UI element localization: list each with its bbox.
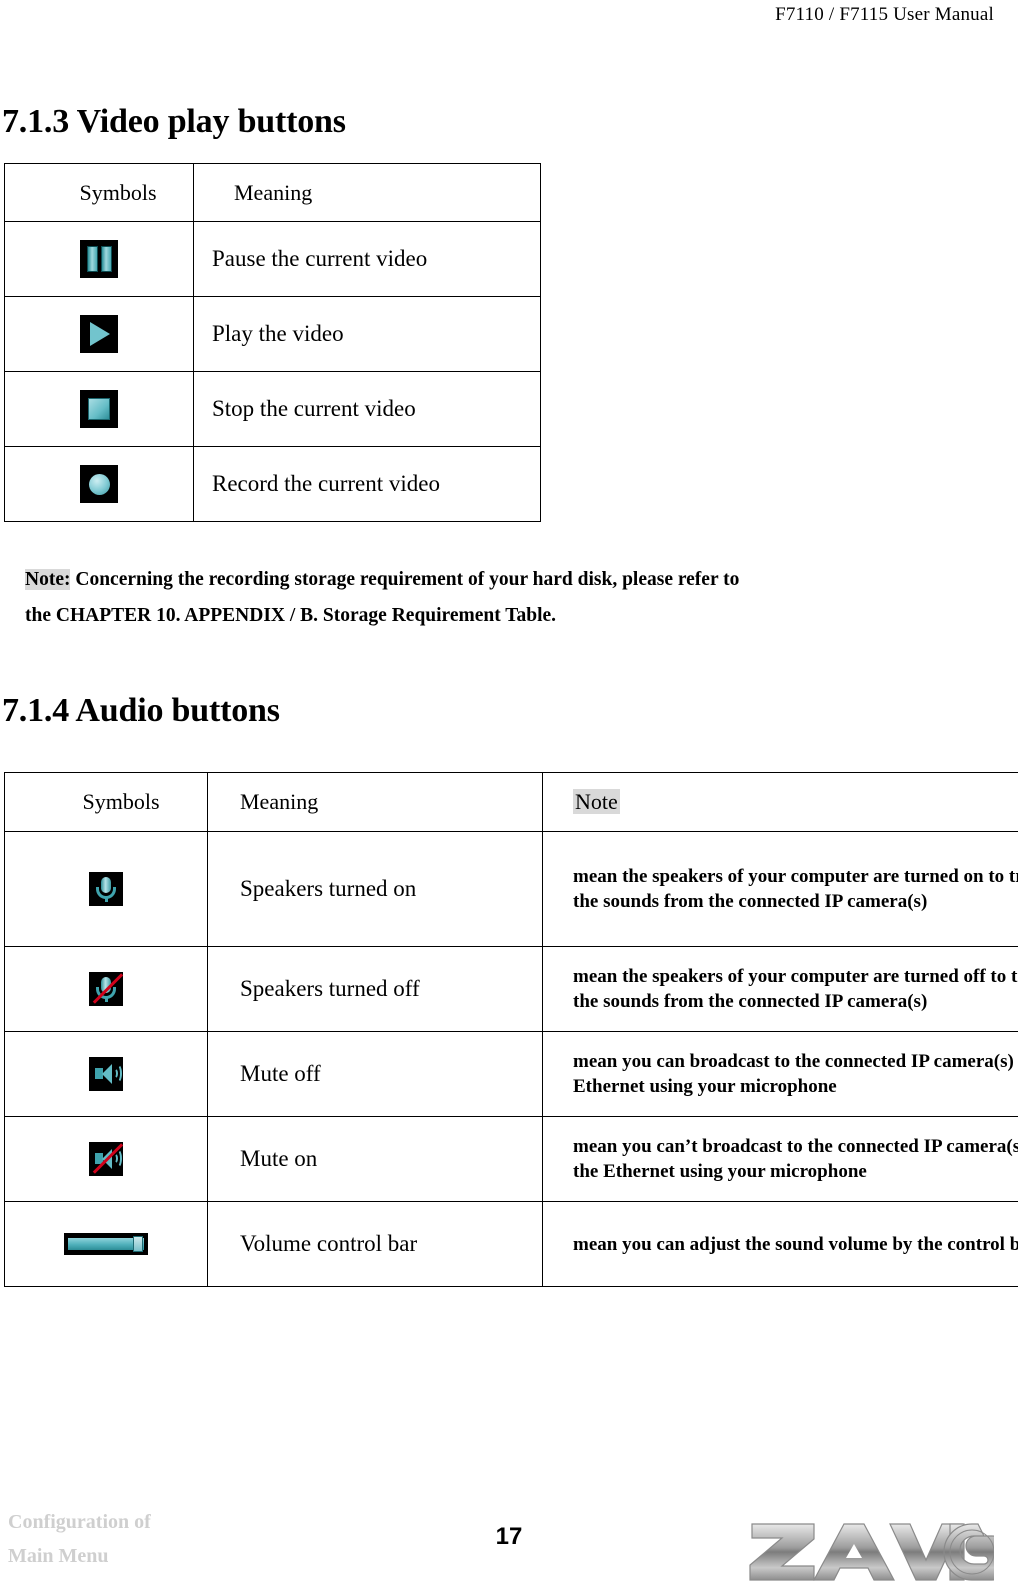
microphone-on-icon bbox=[89, 872, 123, 906]
meaning-cell: Stop the current video bbox=[193, 371, 541, 447]
symbol-cell bbox=[4, 296, 194, 372]
column-header-meaning: Meaning bbox=[193, 163, 541, 222]
symbol-cell bbox=[4, 831, 208, 947]
symbol-cell bbox=[4, 1201, 208, 1287]
microphone-off-icon bbox=[89, 972, 124, 1006]
stop-icon bbox=[80, 390, 118, 428]
speaker-muted-icon bbox=[89, 1142, 124, 1176]
meaning-cell: Record the current video bbox=[193, 446, 541, 522]
table-row: Pause the current video bbox=[4, 221, 541, 297]
video-play-buttons-table: Symbols Meaning Pause the current video … bbox=[4, 163, 541, 522]
column-header-note-label: Note bbox=[573, 789, 620, 814]
running-header-title: F7110 / F7115 User Manual bbox=[775, 4, 994, 25]
meaning-cell: Pause the current video bbox=[193, 221, 541, 297]
column-header-note: Note bbox=[542, 772, 1018, 832]
meaning-cell: Speakers turned on bbox=[207, 831, 543, 947]
table-row: Volume control bar mean you can adjust t… bbox=[4, 1201, 1018, 1287]
table-header-row: Symbols Meaning Note bbox=[4, 772, 1018, 832]
table-row: Play the video bbox=[4, 296, 541, 372]
audio-buttons-table: Symbols Meaning Note Speakers turned on … bbox=[4, 772, 1018, 1287]
symbol-cell bbox=[4, 371, 194, 447]
table-row: Speakers turned off mean the speakers of… bbox=[4, 946, 1018, 1032]
column-header-symbols: Symbols bbox=[4, 772, 208, 832]
meaning-cell: Speakers turned off bbox=[207, 946, 543, 1032]
table-row: Mute on mean you can’t broadcast to the … bbox=[4, 1116, 1018, 1202]
storage-note-block: Note: Concerning the recording storage r… bbox=[25, 562, 925, 634]
meaning-cell: Volume control bar bbox=[207, 1201, 543, 1287]
table-row: Mute off mean you can broadcast to the c… bbox=[4, 1031, 1018, 1117]
note-text-line-1: Concerning the recording storage require… bbox=[75, 569, 740, 590]
table-row: Stop the current video bbox=[4, 371, 541, 447]
symbol-cell bbox=[4, 221, 194, 297]
note-cell: mean the speakers of your computer are t… bbox=[542, 831, 1018, 947]
note-cell: mean you can adjust the sound volume by … bbox=[542, 1201, 1018, 1287]
note-cell: mean the speakers of your computer are t… bbox=[542, 946, 1018, 1032]
note-line-1: Note: Concerning the recording storage r… bbox=[25, 562, 925, 598]
symbol-cell bbox=[4, 446, 194, 522]
note-label: Note: bbox=[25, 569, 71, 590]
play-icon bbox=[80, 315, 118, 353]
symbol-cell bbox=[4, 1116, 208, 1202]
table-row: Speakers turned on mean the speakers of … bbox=[4, 831, 1018, 947]
section-heading-video-play-buttons: 7.1.3 Video play buttons bbox=[2, 103, 346, 140]
symbol-cell bbox=[4, 946, 208, 1032]
table-row: Record the current video bbox=[4, 446, 541, 522]
speaker-on-icon bbox=[89, 1057, 123, 1091]
symbol-cell bbox=[4, 1031, 208, 1117]
meaning-cell: Play the video bbox=[193, 296, 541, 372]
note-cell: mean you can broadcast to the connected … bbox=[542, 1031, 1018, 1117]
section-heading-audio-buttons: 7.1.4 Audio buttons bbox=[2, 692, 280, 729]
meaning-cell: Mute off bbox=[207, 1031, 543, 1117]
column-header-meaning: Meaning bbox=[207, 772, 543, 832]
pause-icon bbox=[80, 240, 118, 278]
zavio-logo bbox=[744, 1512, 994, 1584]
volume-control-bar-icon bbox=[64, 1233, 148, 1255]
record-icon bbox=[80, 465, 118, 503]
table-header-row: Symbols Meaning bbox=[4, 163, 541, 222]
meaning-cell: Mute on bbox=[207, 1116, 543, 1202]
note-text-line-2: the CHAPTER 10. APPENDIX / B. Storage Re… bbox=[25, 605, 557, 626]
note-cell: mean you can’t broadcast to the connecte… bbox=[542, 1116, 1018, 1202]
column-header-symbols: Symbols bbox=[4, 163, 194, 222]
